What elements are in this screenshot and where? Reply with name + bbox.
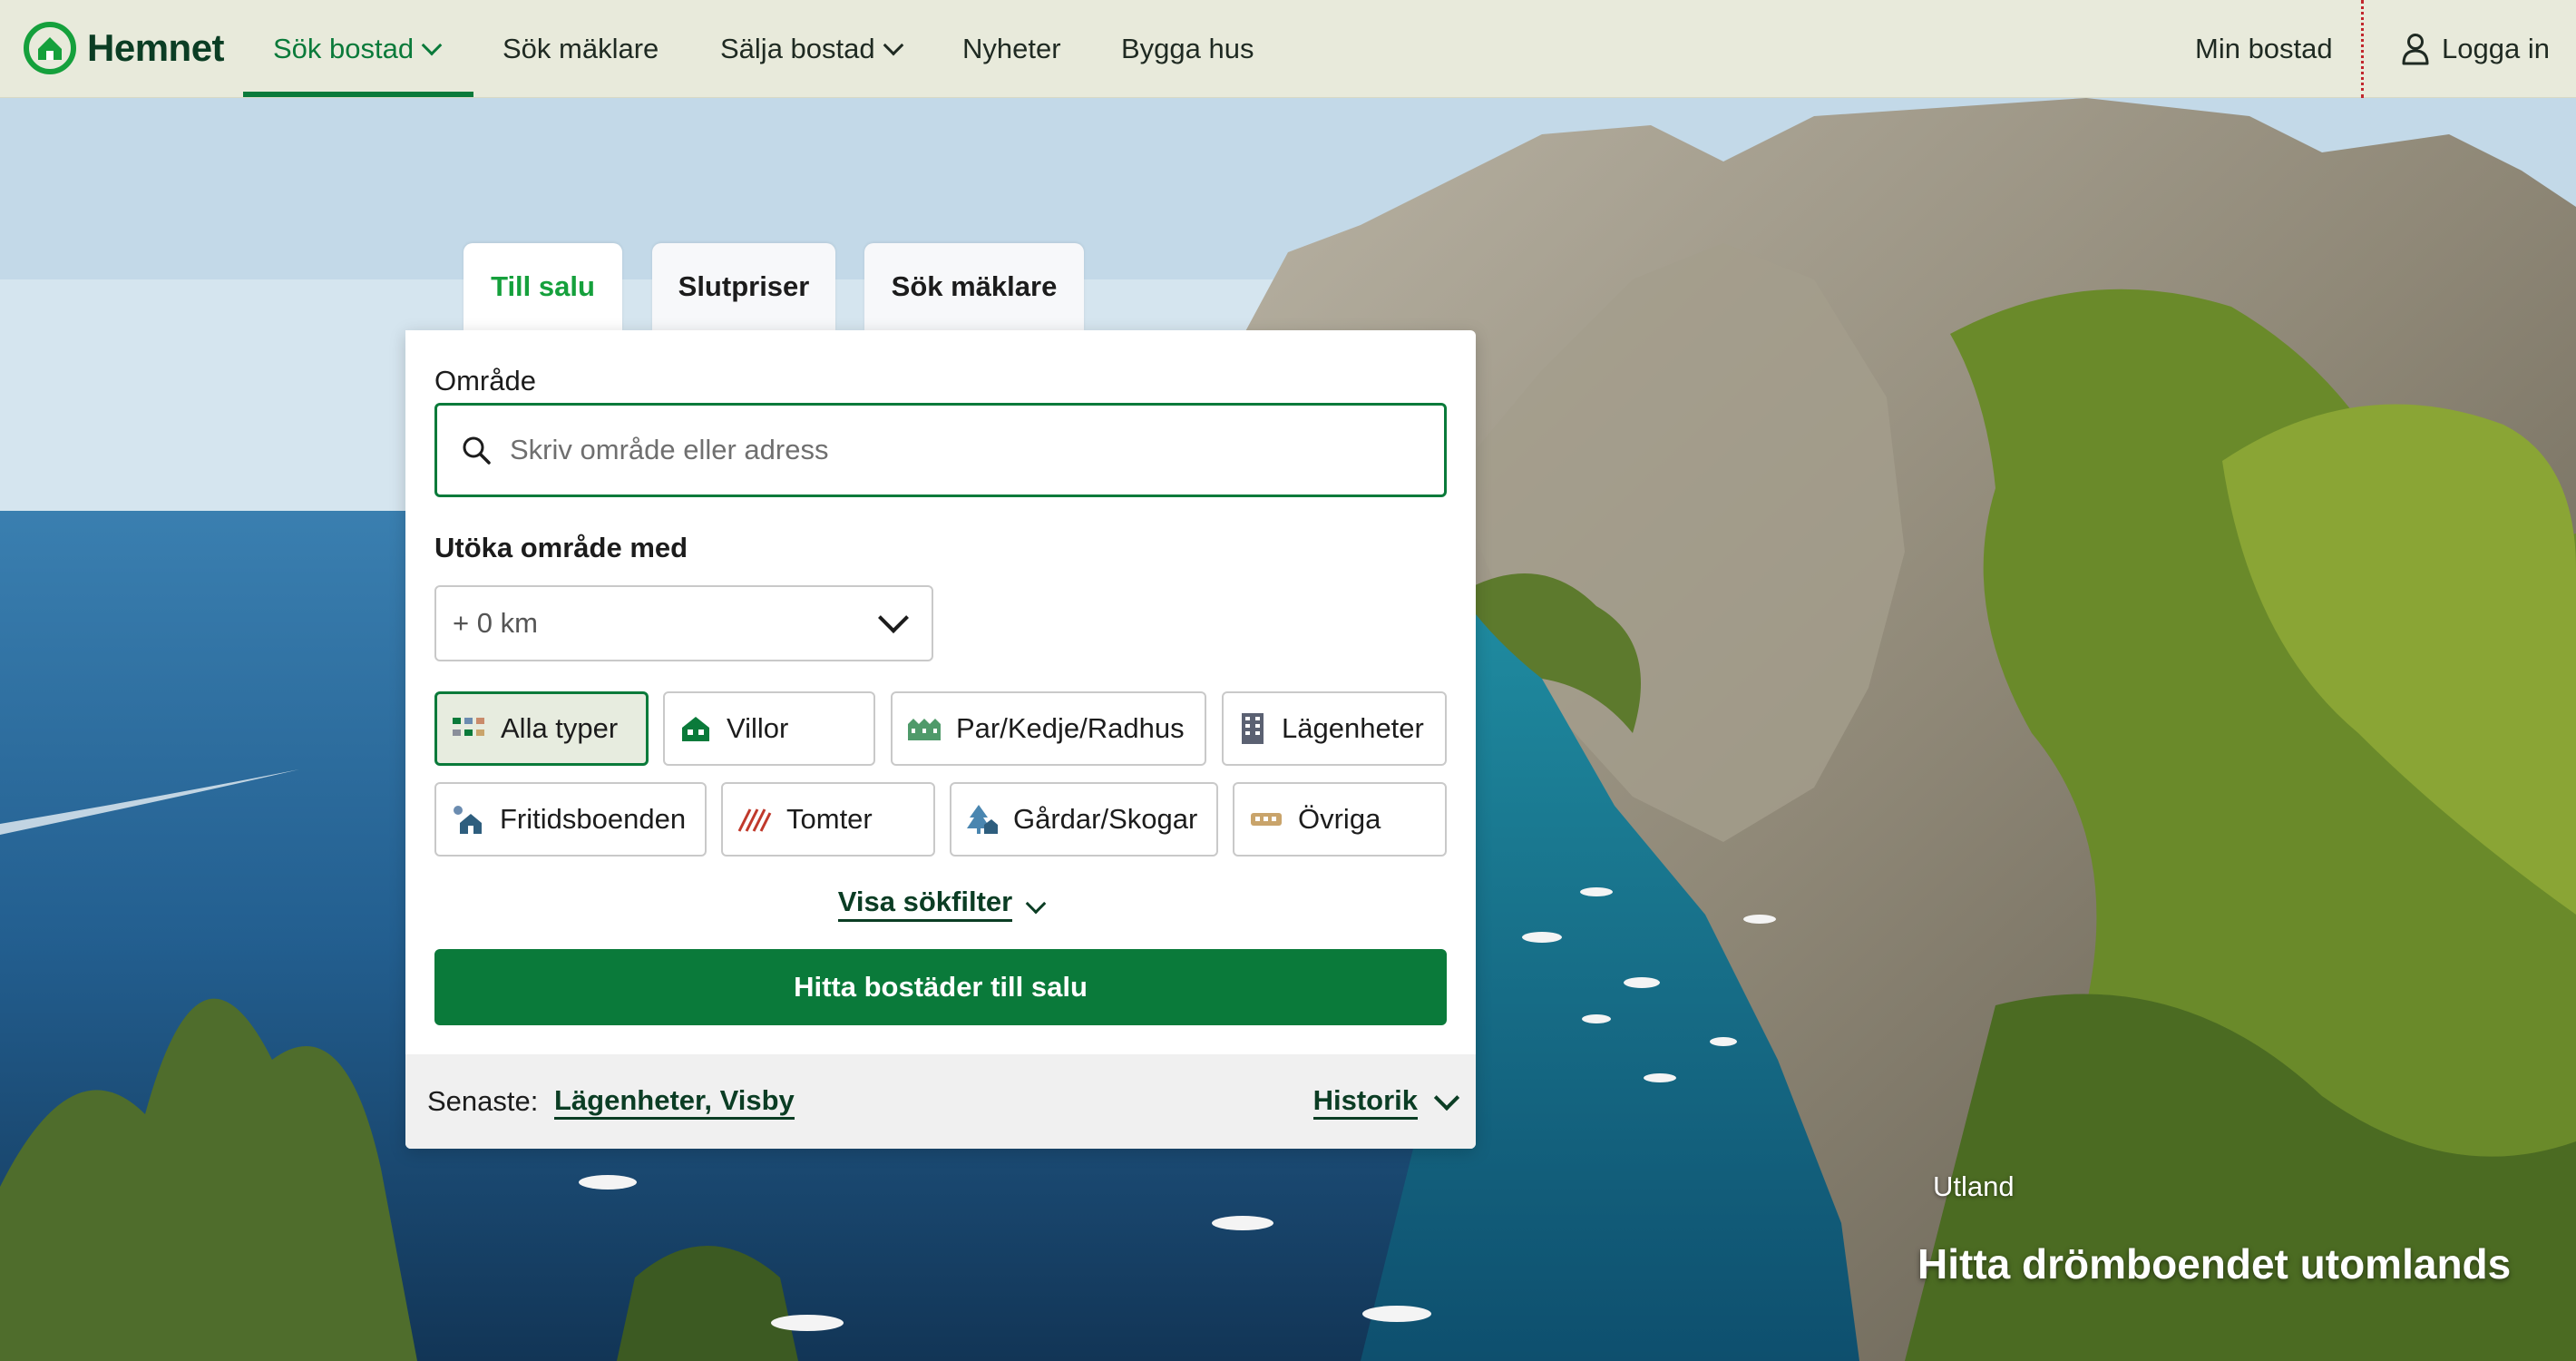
townhouse-icon <box>908 719 941 740</box>
type-chip-lagenheter[interactable]: Lägenheter <box>1222 691 1447 766</box>
recent-label: Senaste: <box>427 1085 539 1117</box>
tab-till-salu[interactable]: Till salu <box>463 243 622 330</box>
chip-label: Par/Kedje/Radhus <box>956 712 1185 744</box>
hero-kicker: Utland <box>1933 1170 2015 1202</box>
active-nav-indicator <box>243 92 473 97</box>
nav-label: Nyheter <box>962 33 1061 64</box>
logo-text: Hemnet <box>87 26 225 69</box>
chevron-down-icon <box>878 602 909 633</box>
farm-forest-icon <box>967 805 998 834</box>
tab-label: Slutpriser <box>678 270 810 302</box>
area-search-input[interactable] <box>508 433 1400 467</box>
type-chip-tomter[interactable]: Tomter <box>721 782 935 857</box>
plot-icon <box>737 808 772 832</box>
nav-label: Sälja bostad <box>720 33 875 64</box>
type-chip-par-kedje-radhus[interactable]: Par/Kedje/Radhus <box>891 691 1206 766</box>
type-chip-gardar-skogar[interactable]: Gårdar/Skogar <box>950 782 1218 857</box>
recent-search-value: Lägenheter, Visby <box>554 1084 795 1120</box>
find-homes-button[interactable]: Hitta bostäder till salu <box>434 949 1447 1025</box>
tab-sok-maklare[interactable]: Sök mäklare <box>864 243 1084 330</box>
nav-item-sok-maklare[interactable]: Sök mäklare <box>503 0 659 98</box>
recent-searches-bar: Senaste: Lägenheter, Visby Historik <box>405 1054 1476 1149</box>
area-search-field[interactable] <box>434 403 1447 497</box>
chevron-down-icon <box>1025 893 1047 915</box>
grid-icon <box>453 718 484 736</box>
type-chip-villor[interactable]: Villor <box>663 691 875 766</box>
chevron-down-icon <box>883 34 903 55</box>
other-icon <box>1251 813 1282 826</box>
area-label: Område <box>434 365 536 397</box>
my-home-link[interactable]: Min bostad <box>2195 0 2333 98</box>
chip-label: Gårdar/Skogar <box>1013 803 1198 835</box>
tab-slutpriser[interactable]: Slutpriser <box>652 243 835 330</box>
search-card: Område Utöka område med + 0 km Alla type… <box>405 330 1476 1149</box>
nav-item-nyheter[interactable]: Nyheter <box>962 0 1061 98</box>
nav-divider <box>2361 0 2364 98</box>
history-label: Historik <box>1312 1084 1418 1120</box>
type-chip-alla-typer[interactable]: Alla typer <box>434 691 649 766</box>
chip-label: Villor <box>727 712 789 744</box>
chip-label: Lägenheter <box>1282 712 1424 744</box>
expand-area-select[interactable]: + 0 km <box>434 585 933 661</box>
expand-area-label: Utöka område med <box>434 532 688 563</box>
nav-label: Sök mäklare <box>503 33 659 64</box>
expand-area-value: + 0 km <box>453 607 538 639</box>
apartment-icon <box>1242 713 1264 744</box>
hemnet-logo[interactable]: Hemnet <box>24 20 225 76</box>
login-button[interactable]: Logga in <box>2402 0 2550 98</box>
hero-headline-link[interactable]: Hitta drömboendet utomlands <box>1917 1239 2511 1288</box>
type-chip-fritidsboenden[interactable]: Fritidsboenden <box>434 782 707 857</box>
recent-search-link[interactable]: Lägenheter, Visby <box>554 1054 795 1149</box>
show-filters-link[interactable]: Visa sökfilter <box>405 886 1476 922</box>
cottage-icon <box>454 806 482 834</box>
chip-label: Övriga <box>1298 803 1381 835</box>
nav-item-sok-bostad[interactable]: Sök bostad <box>273 0 443 98</box>
nav-item-salja-bostad[interactable]: Sälja bostad <box>720 0 903 98</box>
top-navigation: Hemnet Sök bostad Sök mäklare Sälja bost… <box>0 0 2576 98</box>
villa-icon <box>682 717 709 741</box>
user-icon <box>2402 34 2429 65</box>
history-toggle[interactable]: Historik <box>1312 1054 1460 1149</box>
chip-label: Tomter <box>786 803 873 835</box>
my-home-label: Min bostad <box>2195 33 2333 64</box>
tab-label: Till salu <box>491 270 595 302</box>
show-filters-label: Visa sökfilter <box>837 886 1013 922</box>
chip-label: Fritidsboenden <box>500 803 687 835</box>
nav-label: Bygga hus <box>1121 33 1254 64</box>
search-icon <box>463 436 491 465</box>
chevron-down-icon <box>1433 1084 1460 1111</box>
nav-item-bygga-hus[interactable]: Bygga hus <box>1121 0 1254 98</box>
login-label: Logga in <box>2442 33 2550 64</box>
chip-label: Alla typer <box>501 712 619 744</box>
tab-label: Sök mäklare <box>891 270 1058 302</box>
chevron-down-icon <box>421 34 443 55</box>
type-chip-ovriga[interactable]: Övriga <box>1233 782 1447 857</box>
nav-label: Sök bostad <box>273 33 415 64</box>
hemnet-logo-icon <box>24 22 76 74</box>
